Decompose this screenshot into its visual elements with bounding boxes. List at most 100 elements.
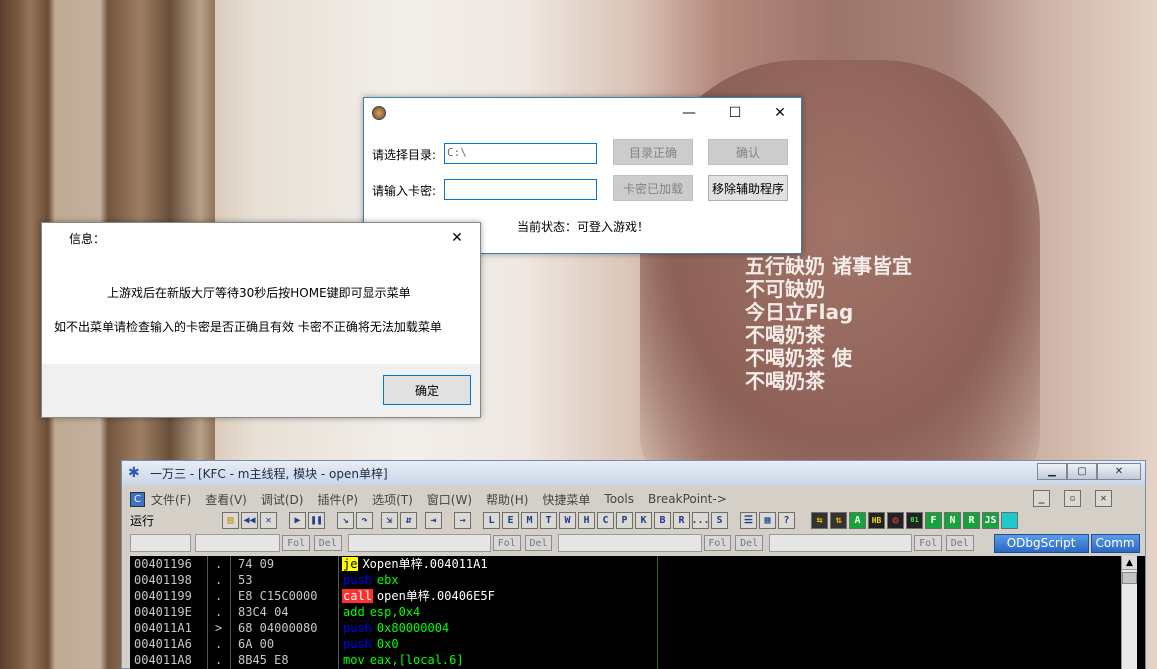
execute-till-return-icon[interactable]: ⇥ [425,511,442,529]
grid-icon[interactable]: ▦ [759,511,776,529]
plugin-cyan-button[interactable] [1001,511,1018,529]
maximize-button[interactable]: ☐ [712,98,758,128]
window-button-p[interactable]: P [616,511,633,529]
odbgscript-button[interactable]: ODbgScript [993,533,1089,553]
disassembly-row[interactable]: 00401196. 74 09 je Xopen单梓.004011A1 [130,556,1120,572]
disassembly-pane[interactable]: 00401196. 74 09 je Xopen单梓.004011A1 00401198… [130,556,1130,669]
window-button-s[interactable]: S [711,511,728,529]
debugger-maximize-button[interactable]: ▢ [1067,463,1097,480]
plugin-icon-2[interactable]: ⇅ [830,511,847,529]
menu-window[interactable]: 窗口(W) [427,491,472,508]
command-input-1[interactable] [130,534,192,552]
key-input[interactable] [444,179,597,200]
mdi-restore-button[interactable]: ▫ [1064,490,1081,507]
key-loaded-button[interactable]: 卡密已加载 [613,175,693,201]
debugger-minimize-button[interactable]: ▁ [1037,463,1067,480]
window-button-c[interactable]: C [597,511,614,529]
delete-button-4[interactable]: Del [945,535,974,551]
plugin-f-button[interactable]: F [925,511,942,529]
disassembly-row[interactable]: 004011A6. 6A 00 push 0x0 [130,636,1120,652]
row-hex: 8B45 E8 [238,653,289,667]
disassembly-row[interactable]: 004011A1 >68 04000080 push 0x80000004 [130,620,1120,636]
mdi-minimize-button[interactable]: _ [1033,490,1050,507]
close-button[interactable]: ✕ [757,98,803,128]
window-button-k[interactable]: K [635,511,652,529]
delete-button-2[interactable]: Del [524,535,553,551]
window-button-m[interactable]: M [521,511,538,529]
window-button-w[interactable]: W [559,511,576,529]
window-button-b[interactable]: B [654,511,671,529]
mdi-close-button[interactable]: ✕ [1095,490,1112,507]
target-icon[interactable]: ◎ [887,511,904,529]
plugin-n-button[interactable]: N [944,511,961,529]
help-icon[interactable]: ? [778,511,795,529]
window-button-l[interactable]: L [483,511,500,529]
menu-help[interactable]: 帮助(H) [486,491,528,508]
dir-ok-button[interactable]: 目录正确 [613,139,693,165]
row-operand: Xopen单梓.004011A1 [362,557,488,571]
confirm-button[interactable]: 确认 [708,139,788,165]
row-hex: 74 09 [238,557,275,571]
menu-plugins[interactable]: 插件(P) [317,491,358,508]
command-input-4[interactable] [558,534,702,552]
goto-icon[interactable]: → [454,511,471,529]
follow-button-3[interactable]: Fol [703,535,732,551]
plugin-js-button[interactable]: JS [982,511,999,529]
disassembly-row[interactable]: 00401198. 53 push ebx [130,572,1120,588]
disassembly-scrollbar[interactable]: ▲ [1121,556,1137,669]
menu-tools[interactable]: Tools [604,492,634,506]
info-ok-button[interactable]: 确定 [383,375,471,405]
info-close-button[interactable]: ✕ [442,226,472,250]
trace-over-icon[interactable]: ⇵ [400,511,417,529]
delete-button-1[interactable]: Del [313,535,342,551]
disassembly-row[interactable]: 004011A8. 8B45 E8 mov eax,[local.6] [130,652,1120,668]
minimize-button[interactable]: — [666,98,712,128]
disassembly-row[interactable]: 0040119E. 83C4 04 add esp,0x4 [130,604,1120,620]
menu-options[interactable]: 选项(T) [372,491,413,508]
pause-icon[interactable]: ❚❚ [308,511,325,529]
debugger-icon: ✱ [128,465,140,481]
close-process-icon[interactable]: ✕ [260,511,277,529]
plugin-icon-1[interactable]: ⇆ [811,511,828,529]
row-instruction: add esp,0x4 [342,604,420,620]
menu-view[interactable]: 查看(V) [205,491,247,508]
menu-breakpoint[interactable]: BreakPoint-> [648,492,727,506]
plugin-hb-button[interactable]: HB [868,511,885,529]
menu-shortcut[interactable]: 快捷菜单 [542,491,590,508]
window-button-t[interactable]: T [540,511,557,529]
window-button-more[interactable]: ... [691,511,710,529]
menu-file[interactable]: 文件(F) [151,491,191,508]
row-marker: . [215,637,223,651]
step-over-icon[interactable]: ↷ [356,511,373,529]
scroll-up-arrow[interactable]: ▲ [1122,556,1137,570]
debugger-close-button[interactable]: ✕ [1097,463,1141,480]
command-input-5[interactable] [768,534,913,552]
trace-into-icon[interactable]: ⇲ [381,511,398,529]
open-icon[interactable]: ▤ [222,511,239,529]
dir-input[interactable]: C:\ [444,143,597,164]
menu-debug[interactable]: 调试(D) [261,491,304,508]
follow-button-1[interactable]: Fol [282,535,310,551]
plugin-r-button[interactable]: R [963,511,980,529]
plugin-a-button[interactable]: A [849,511,866,529]
follow-button-2[interactable]: Fol [492,535,521,551]
command-input-3[interactable] [347,534,491,552]
window-button-e[interactable]: E [502,511,519,529]
window-button-h[interactable]: H [578,511,595,529]
list-icon[interactable]: ☰ [740,511,757,529]
command-tab-button[interactable]: Comm [1090,533,1140,553]
step-into-icon[interactable]: ↘ [337,511,354,529]
follow-button-4[interactable]: Fol [914,535,942,551]
debugger-menubar: C 文件(F) 查看(V) 调试(D) 插件(P) 选项(T) 窗口(W) 帮助… [130,489,1140,509]
remove-helper-button[interactable]: 移除辅助程序 [708,175,788,201]
binary-icon[interactable]: 01 [906,511,923,529]
command-input-2[interactable] [195,534,281,552]
dir-label: 请选择目录: [372,148,437,162]
scroll-thumb[interactable] [1122,572,1137,584]
rewind-icon[interactable]: ◀◀ [241,511,258,529]
disassembly-row[interactable]: 00401199. E8 C15C0000 call open单梓.00406E5F [130,588,1120,604]
play-icon[interactable]: ▶ [289,511,306,529]
window-button-r[interactable]: R [673,511,690,529]
delete-button-3[interactable]: Del [735,535,763,551]
wallpaper-text-line: 不喝奶茶 使 [745,346,852,370]
